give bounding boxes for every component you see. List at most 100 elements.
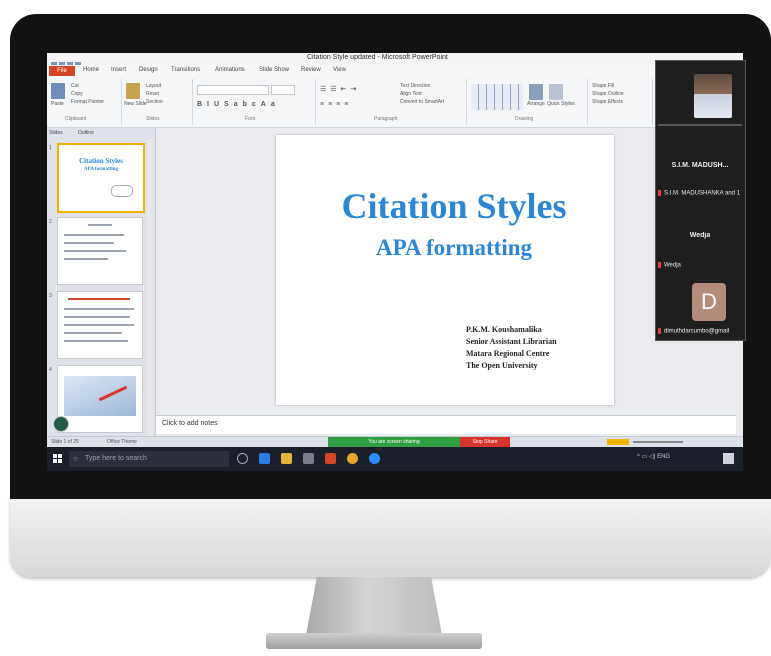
screen-share-banner: You are screen sharing xyxy=(328,437,460,447)
powerpoint-taskbar-icon[interactable] xyxy=(325,453,336,464)
section-button[interactable]: Section xyxy=(146,99,163,105)
task-view-icon[interactable] xyxy=(237,453,248,464)
shape-outline-button[interactable]: Shape Outline xyxy=(592,91,624,97)
tab-transitions[interactable]: Transitions xyxy=(171,67,200,73)
search-icon: ○ xyxy=(73,454,78,463)
quick-access-toolbar[interactable] xyxy=(51,55,91,68)
system-tray[interactable]: ^ ▭ ◁) ENG xyxy=(637,453,670,460)
quick-styles-button[interactable]: Quick Styles xyxy=(547,101,575,107)
participant-caption-3: dimuthdarcumbo@gmail xyxy=(658,328,742,335)
quick-styles-icon[interactable] xyxy=(549,84,563,100)
format-painter-button[interactable]: Format Painter xyxy=(71,99,104,105)
taskbar-search-input[interactable]: ○ Type here to search xyxy=(69,451,229,467)
participant-avatar[interactable]: D xyxy=(692,283,726,321)
shape-effects-button[interactable]: Shape Effects xyxy=(592,99,623,105)
group-drawing: Arrange Quick Styles Drawing xyxy=(467,79,588,125)
mic-muted-icon xyxy=(658,190,661,196)
stop-share-button[interactable]: Stop Share xyxy=(460,437,510,447)
window-title: Citation Style updated - Microsoft Power… xyxy=(307,54,448,61)
convert-smartart-button[interactable]: Convert to SmartArt xyxy=(400,99,444,105)
group-shape-format: Shape Fill Shape Outline Shape Effects xyxy=(588,79,653,125)
thumb1-graphic xyxy=(111,185,133,197)
edge-icon[interactable] xyxy=(259,453,270,464)
slide-canvas[interactable]: Citation Styles APA formatting P.K.M. Ko… xyxy=(276,135,614,405)
monitor-stand-base xyxy=(266,633,482,649)
notifications-icon[interactable] xyxy=(723,453,734,464)
screen: Citation Style updated - Microsoft Power… xyxy=(47,53,743,471)
new-slide-button[interactable]: New Slide xyxy=(124,101,147,107)
monitor-chin xyxy=(10,499,771,577)
paste-label[interactable]: Paste xyxy=(51,101,64,107)
monitor-stand-neck xyxy=(306,577,442,635)
reset-button[interactable]: Reset xyxy=(146,91,159,97)
pane-tabs: Slides Outline xyxy=(49,130,149,138)
font-size-box[interactable] xyxy=(271,85,295,95)
group-label-paragraph: Paragraph xyxy=(374,116,398,122)
slide-thumbnail-1[interactable]: Citation Styles APA formatting xyxy=(57,143,145,213)
tab-slides[interactable]: Slides xyxy=(49,130,63,136)
shape-fill-button[interactable]: Shape Fill xyxy=(592,83,614,89)
text-direction-button[interactable]: Text Direction xyxy=(400,83,430,89)
layout-button[interactable]: Layout xyxy=(146,83,161,89)
slide-number-2: 2 xyxy=(49,219,52,225)
slide-thumbnail-2[interactable] xyxy=(57,217,143,285)
align-text-button[interactable]: Align Text xyxy=(400,91,422,97)
paste-icon[interactable] xyxy=(51,83,65,99)
arrange-icon[interactable] xyxy=(529,84,543,100)
tab-view[interactable]: View xyxy=(333,67,346,73)
store-icon[interactable] xyxy=(303,453,314,464)
slide-number-1: 1 xyxy=(49,145,52,151)
author-centre: Matara Regional Centre xyxy=(466,349,550,358)
group-slides: New Slide Layout Reset Section Slides xyxy=(122,79,193,125)
mic-muted-icon xyxy=(658,262,661,268)
group-label-clipboard: Clipboard xyxy=(65,116,87,122)
tab-insert[interactable]: Insert xyxy=(111,67,126,73)
font-format-buttons[interactable]: BIUSabcAa xyxy=(197,101,280,108)
align-buttons[interactable]: ≡≡≡≡ xyxy=(320,101,352,108)
status-theme: Office Theme xyxy=(107,439,137,445)
thumb1-subtitle: APA formatting xyxy=(84,167,118,172)
status-slide-count: Slide 1 of 25 xyxy=(51,439,79,445)
list-buttons[interactable]: ☰☰⇤⇥ xyxy=(320,85,360,93)
participant-name-2: Wedja xyxy=(689,232,711,239)
notes-placeholder: Click to add notes xyxy=(162,420,218,427)
slide-number-3: 3 xyxy=(49,293,52,299)
tab-animations[interactable]: Animations xyxy=(215,67,245,73)
thumb1-title: Citation Styles xyxy=(79,157,123,165)
group-paragraph: ☰☰⇤⇥ ≡≡≡≡ Text Direction Align Text Conv… xyxy=(316,79,467,125)
pane-scrollbar[interactable] xyxy=(147,139,153,441)
notes-pane[interactable]: Click to add notes xyxy=(156,415,736,434)
tab-file[interactable]: File xyxy=(49,66,75,76)
tab-design[interactable]: Design xyxy=(139,67,158,73)
shapes-gallery[interactable] xyxy=(471,84,523,110)
zoom-slider[interactable] xyxy=(607,439,687,445)
font-name-box[interactable] xyxy=(197,85,269,95)
participant-caption-2: Wedja xyxy=(658,262,742,269)
copy-button[interactable]: Copy xyxy=(71,91,83,97)
search-placeholder: Type here to search xyxy=(85,455,147,462)
tab-home[interactable]: Home xyxy=(83,67,99,73)
author-name: P.K.M. Koushamalika xyxy=(466,325,542,334)
zoom-taskbar-icon[interactable] xyxy=(369,453,380,464)
cut-button[interactable]: Cut xyxy=(71,83,79,89)
slide-thumbnail-3[interactable] xyxy=(57,291,143,359)
tab-review[interactable]: Review xyxy=(301,67,321,73)
slide-title: Citation Styles xyxy=(341,186,567,226)
slide-thumbnail-4[interactable] xyxy=(57,365,143,433)
new-slide-icon[interactable] xyxy=(126,83,140,99)
group-label-font: Font xyxy=(245,116,256,122)
author-university: The Open University xyxy=(466,361,538,370)
tab-outline[interactable]: Outline xyxy=(78,130,94,136)
group-clipboard: Paste Cut Copy Format Painter Clipboard xyxy=(47,79,122,125)
tab-slide-show[interactable]: Slide Show xyxy=(259,67,289,73)
arrange-button[interactable]: Arrange xyxy=(527,101,545,107)
file-explorer-icon[interactable] xyxy=(281,453,292,464)
participant-caption-1: S.I.M. MADUSHANKA and 1 xyxy=(658,190,742,197)
mic-muted-icon xyxy=(658,328,661,334)
chrome-icon[interactable] xyxy=(347,453,358,464)
zoom-app-icon[interactable] xyxy=(53,416,69,432)
windows-start-icon[interactable] xyxy=(53,454,63,464)
participant-video-thumbnail[interactable] xyxy=(694,74,732,118)
slide-number-4: 4 xyxy=(49,367,52,373)
author-title: Senior Assistant Librarian xyxy=(466,337,557,346)
